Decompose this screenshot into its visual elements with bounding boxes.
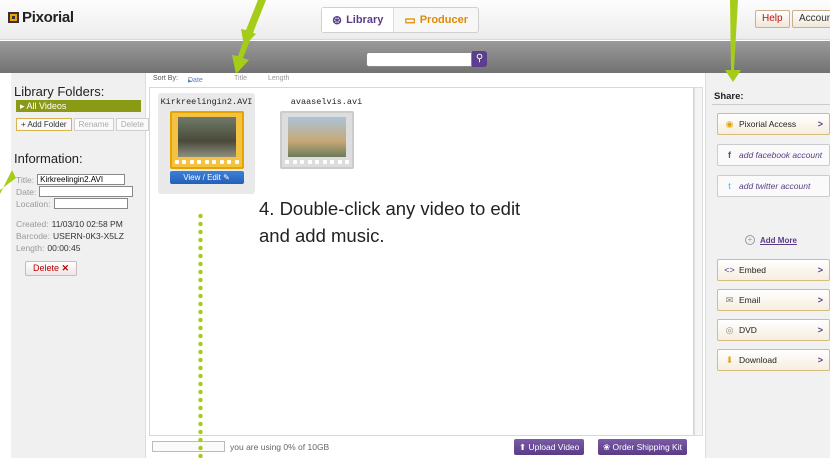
annotation-dotted-line (198, 212, 203, 458)
annotation-arrow-sort (232, 0, 266, 74)
annotation-arrow-share (725, 0, 741, 82)
annotation-arrow-left (0, 170, 16, 194)
annotation-overlay (0, 0, 741, 194)
